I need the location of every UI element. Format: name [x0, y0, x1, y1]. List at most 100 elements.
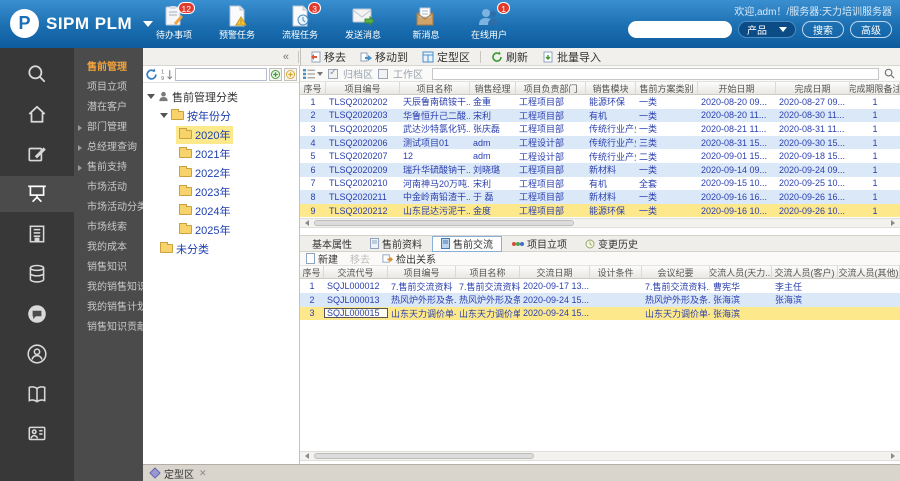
database-icon[interactable]: [0, 256, 74, 292]
tree-year-node[interactable]: 2025年: [143, 220, 299, 239]
sidebar-item[interactable]: 我的销售计划: [74, 298, 143, 318]
cell-project-name[interactable]: 12: [400, 151, 470, 161]
column-header[interactable]: 交流人员(客户): [772, 266, 838, 279]
fixed-area-button[interactable]: 定型区: [415, 48, 477, 66]
main-table-hscrollbar[interactable]: [300, 218, 900, 229]
tab-presales-communication[interactable]: 售前交流: [432, 235, 502, 252]
collapse-all-button[interactable]: [284, 67, 297, 81]
communication-row[interactable]: 1 SQJL000012 7.售前交流资料 7.售前交流资料 2020-09-1…: [300, 279, 900, 293]
work-area-checkbox[interactable]: [378, 68, 388, 79]
cell-comm-code[interactable]: SQJL000012: [324, 281, 388, 291]
cell-project-code[interactable]: TLSQ2020202: [326, 97, 400, 107]
caret-expanded-icon[interactable]: [147, 94, 155, 99]
tree-group-node[interactable]: 按年份分: [143, 106, 299, 125]
tree-year-node[interactable]: 2020年: [143, 125, 299, 144]
tree-year-node[interactable]: 2023年: [143, 182, 299, 201]
organization-icon[interactable]: [0, 216, 74, 252]
project-row[interactable]: 1 TLSQ2020202 天辰鲁南硫铵干... 金重 工程项目部 能源环保 一…: [300, 95, 900, 109]
process-tasks-button[interactable]: 3 流程任务: [274, 2, 326, 41]
sidebar-item[interactable]: 总经理查询: [74, 138, 143, 158]
sidebar-item[interactable]: 部门管理: [74, 118, 143, 138]
compose-icon[interactable]: [0, 136, 74, 172]
todo-items-button[interactable]: 12 待办事项: [148, 2, 200, 41]
new-message-button[interactable]: 新消息: [400, 5, 452, 41]
list-search-input[interactable]: [432, 67, 879, 80]
sidebar-item[interactable]: 销售知识: [74, 258, 143, 278]
cell-project-name[interactable]: 7.售前交流资料: [456, 280, 520, 293]
scroll-left-icon[interactable]: [302, 452, 312, 460]
sidebar-item[interactable]: 售前支持: [74, 158, 143, 178]
tree-year-node[interactable]: 2021年: [143, 144, 299, 163]
column-header[interactable]: 项目名称: [400, 82, 470, 94]
cell-project-code[interactable]: 热风炉外形及条...: [388, 293, 456, 306]
project-row[interactable]: 5 TLSQ2020207 12 adm 工程设计部 传统行业产业升级 二类 2…: [300, 149, 900, 163]
cell-project-name[interactable]: 华鲁恒升己二酸...: [400, 109, 470, 122]
cell-project-code[interactable]: TLSQ2020211: [326, 192, 400, 202]
presales-module-icon[interactable]: [0, 176, 74, 212]
tree-refresh-icon[interactable]: [145, 68, 158, 81]
tab-change-history[interactable]: 变更历史: [577, 236, 646, 252]
close-icon[interactable]: ✕: [199, 468, 207, 479]
column-header[interactable]: 设计条件: [590, 266, 642, 279]
cell-project-code[interactable]: TLSQ2020203: [326, 110, 400, 120]
tree-sort-icon[interactable]: 19: [160, 68, 173, 81]
project-row[interactable]: 2 TLSQ2020203 华鲁恒升己二酸... 宋利 工程项目部 有机 一类 …: [300, 108, 900, 123]
cell-project-code[interactable]: TLSQ2020209: [326, 165, 400, 175]
search-module-icon[interactable]: [0, 56, 74, 92]
search-button[interactable]: 搜索: [802, 21, 844, 38]
tab-presales-material[interactable]: 售前资料: [362, 236, 430, 252]
cell-project-code[interactable]: TLSQ2020207: [326, 151, 400, 161]
column-header[interactable]: 项目名称: [456, 266, 520, 279]
column-header[interactable]: 会议纪要: [642, 266, 710, 279]
send-message-button[interactable]: 发送消息: [337, 5, 389, 41]
sidebar-item[interactable]: 市场活动: [74, 178, 143, 198]
project-row[interactable]: 9 TLSQ2020212 山东昆达污泥干... 金度 工程项目部 能源环保 一…: [300, 203, 900, 218]
column-header[interactable]: 销售经理: [470, 82, 516, 94]
sidebar-item[interactable]: 售前管理: [74, 58, 143, 78]
cell-project-name[interactable]: 中金岭南铅渣干...: [400, 190, 470, 203]
cell-project-code[interactable]: TLSQ2020205: [326, 124, 400, 134]
cell-project-name[interactable]: 山东天力调价单-...: [456, 307, 520, 320]
support-icon[interactable]: [0, 336, 74, 372]
cell-project-name[interactable]: 天辰鲁南硫铵干...: [400, 95, 470, 108]
communication-row[interactable]: 2 SQJL000013 热风炉外形及条... 热风炉外形及条... 2020-…: [300, 292, 900, 307]
home-icon[interactable]: [0, 96, 74, 132]
expand-all-button[interactable]: [269, 67, 282, 81]
cell-project-name[interactable]: 热风炉外形及条...: [456, 293, 520, 306]
tree-unclassified-node[interactable]: 未分类: [143, 239, 299, 258]
cell-project-name[interactable]: 瑞升华硫酸钠干...: [400, 163, 470, 176]
tree-year-node[interactable]: 2024年: [143, 201, 299, 220]
app-logo[interactable]: P SIPM PLM: [10, 9, 154, 38]
scroll-left-icon[interactable]: [302, 219, 312, 227]
caret-expanded-icon[interactable]: [160, 113, 168, 118]
tree-year-node[interactable]: 2022年: [143, 163, 299, 182]
archive-area-checkbox[interactable]: [328, 67, 338, 79]
project-row[interactable]: 8 TLSQ2020211 中金岭南铅渣干... 于 磊 工程项目部 新材料 一…: [300, 190, 900, 204]
advanced-search-button[interactable]: 高级: [850, 21, 892, 38]
cell-project-name[interactable]: 山东昆达污泥干...: [400, 204, 470, 217]
checkout-relation-button[interactable]: 检出关系: [382, 251, 436, 266]
chat-icon[interactable]: [0, 296, 74, 332]
move-to-button[interactable]: 移动到: [353, 48, 415, 66]
cell-project-code[interactable]: TLSQ2020210: [326, 178, 400, 188]
project-row[interactable]: 4 TLSQ2020206 测试项目01 adm 工程设计部 传统行业产业升级 …: [300, 135, 900, 150]
column-header[interactable]: 销售模块: [586, 82, 636, 94]
batch-import-button[interactable]: 批量导入: [535, 48, 608, 66]
scrollbar-thumb[interactable]: [314, 453, 534, 459]
tab-basic-properties[interactable]: 基本属性: [304, 236, 360, 252]
scroll-right-icon[interactable]: [888, 219, 898, 227]
new-button[interactable]: 新建: [306, 251, 338, 266]
cell-project-name[interactable]: 武达沙特氯化钙...: [400, 122, 470, 135]
detail-remove-button[interactable]: 移去: [350, 251, 370, 266]
column-header[interactable]: 项目编号: [326, 82, 400, 94]
alert-tasks-button[interactable]: ! 预警任务: [211, 5, 263, 41]
column-header[interactable]: 交流代号: [324, 266, 388, 279]
column-header[interactable]: 完成期限备注: [850, 82, 900, 94]
scrollbar-thumb[interactable]: [314, 220, 574, 227]
column-header[interactable]: 开始日期: [698, 82, 776, 94]
tab-project-approval[interactable]: 项目立项: [504, 236, 575, 252]
sidebar-item[interactable]: 项目立项: [74, 78, 143, 98]
book-icon[interactable]: [0, 376, 74, 412]
sidebar-item[interactable]: 潜在客户: [74, 98, 143, 118]
fixed-area-tab-label[interactable]: 定型区: [164, 466, 194, 481]
